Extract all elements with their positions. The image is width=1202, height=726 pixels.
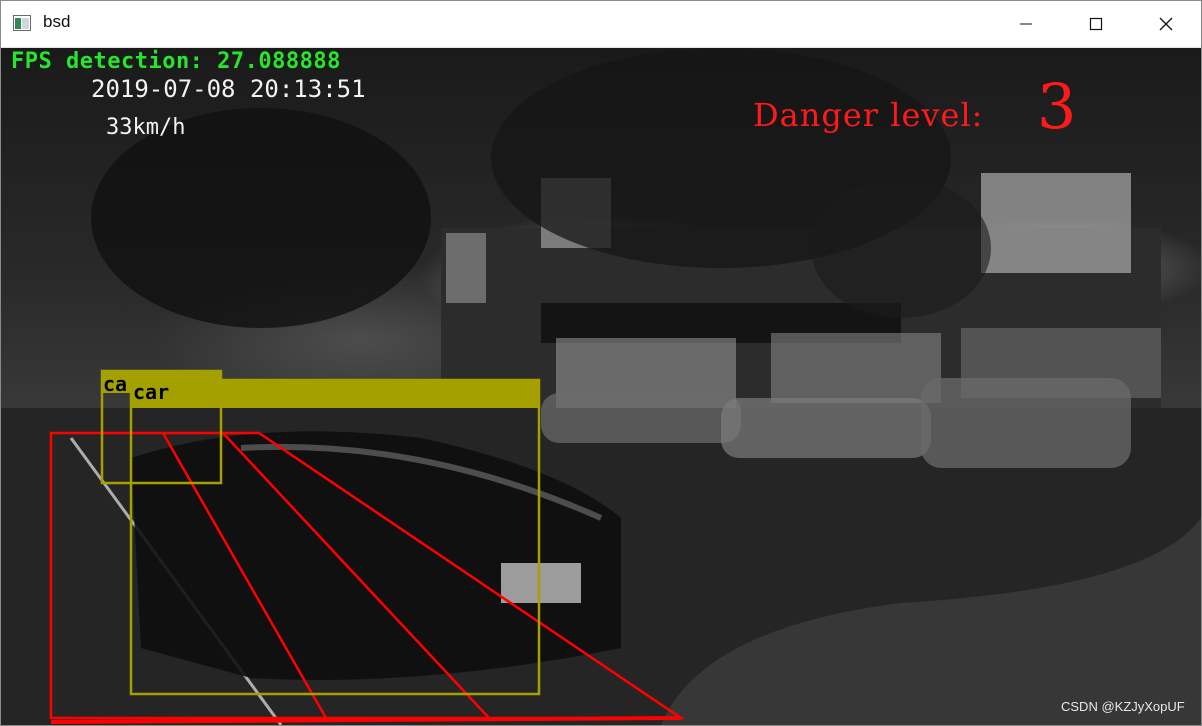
close-button[interactable]	[1131, 1, 1201, 47]
parked-car	[541, 393, 741, 443]
detection-label-2: car	[133, 380, 170, 404]
lit-window	[981, 173, 1131, 273]
window-title: bsd	[43, 12, 71, 31]
fps-readout: FPS detection: 27.088888	[11, 49, 341, 74]
title-bar[interactable]: bsd	[1, 1, 1201, 48]
maximize-button[interactable]	[1061, 1, 1131, 47]
video-frame: FPS detection: 27.088888 2019-07-08 20:1…	[1, 48, 1201, 725]
detection-label-1: ca	[103, 372, 128, 396]
close-icon	[1159, 17, 1173, 31]
speed-readout: 33km/h	[106, 115, 186, 140]
street-scene	[1, 48, 1201, 725]
tree	[91, 108, 431, 328]
parked-car	[721, 398, 931, 458]
timestamp: 2019-07-08 20:13:51	[91, 75, 366, 103]
danger-level-label: Danger level:	[753, 96, 984, 134]
watermark: CSDN @KZJyXopUF	[1061, 699, 1185, 714]
app-window: bsd FPS detection: 27.088888 2019-07-08 …	[0, 0, 1202, 726]
danger-level-value: 3	[1037, 70, 1077, 143]
tree	[811, 178, 991, 318]
detection-label-bg-2	[131, 380, 539, 408]
minimize-icon	[1020, 23, 1032, 25]
minimize-button[interactable]	[991, 1, 1061, 47]
maximize-icon	[1089, 17, 1103, 31]
shop-window	[771, 333, 941, 403]
image-window-icon	[13, 15, 31, 31]
car-taillight	[501, 563, 581, 603]
parked-car	[921, 378, 1131, 468]
lit-window	[446, 233, 486, 303]
